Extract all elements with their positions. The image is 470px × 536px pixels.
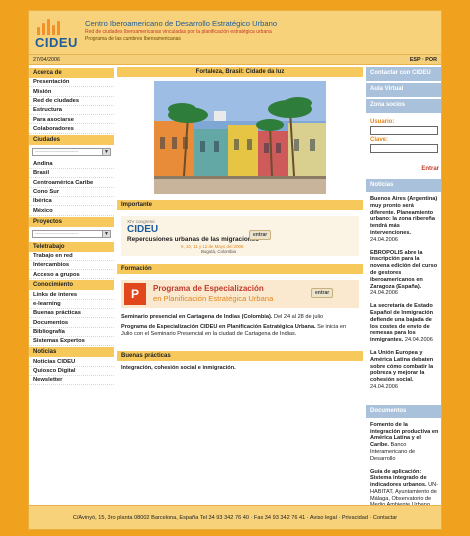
programa-logo-icon: P <box>124 283 146 305</box>
login-form: Usuario: Clave: Entrar <box>366 115 441 175</box>
buenas-practicas-link[interactable]: Integración, cohesión social e inmigraci… <box>117 365 363 372</box>
contactar-button[interactable]: Contactar con CIDEU <box>366 67 441 81</box>
news-item[interactable]: La Unión Europea y América Latina debate… <box>370 350 439 391</box>
programa-banner[interactable]: P Programa de Especialización en Planifi… <box>121 280 359 308</box>
news-date: 24.04.2006 <box>370 290 398 297</box>
left-sidebar: Acerca de Presentación Misión Red de ciu… <box>29 67 114 503</box>
importante-header: Importante <box>117 200 363 210</box>
nav-red-ciudades[interactable]: Red de ciudades <box>29 97 114 106</box>
documentos-header: Documentos <box>366 404 441 418</box>
logo[interactable]: CIDEU <box>35 35 78 50</box>
banner-place: Bogotá, Colombia <box>201 249 236 254</box>
news-item[interactable]: La secretaría de Estado Español de Inmig… <box>370 303 439 344</box>
site-title: Centro Iberoamericano de Desarrollo Estr… <box>85 19 278 28</box>
doc-title: Guía de aplicación: Sistema integrado de… <box>370 468 427 489</box>
main-content: Fortaleza, Brasil: Cidade da luz Importa… <box>117 67 363 503</box>
fortaleza-photo-image <box>154 81 326 194</box>
banner-headline: Repercusiones urbanas de las migraciones <box>127 236 259 243</box>
nav-andina[interactable]: Andina <box>29 160 114 170</box>
site-subtitle-2: Programa de las cumbres Iberoamericanas <box>85 36 181 42</box>
programa-title: Programa de Especialización CIDEU en Pla… <box>121 324 316 331</box>
news-list: Buenos Aires (Argentina) muy pronto será… <box>366 192 441 401</box>
section-acerca: Acerca de <box>29 68 114 78</box>
usuario-input[interactable] <box>370 126 438 135</box>
nav-mexico[interactable]: México <box>29 206 114 216</box>
aula-virtual-button[interactable]: Aula Virtual <box>366 83 441 97</box>
nav-acceso-grupos[interactable]: Acceso a grupos <box>29 270 114 280</box>
nav-intercambios[interactable]: Intercambios <box>29 261 114 271</box>
news-title: Buenos Aires (Argentina) muy pronto será… <box>370 196 438 236</box>
congreso-banner[interactable]: XIV congreso CIDEU Repercusiones urbanas… <box>121 216 359 256</box>
document-item[interactable]: Fomento de la integración productiva en … <box>370 422 439 463</box>
news-date: 24.04.2006 <box>370 236 398 243</box>
chevron-down-icon[interactable]: ▼ <box>102 230 110 237</box>
date-bar: 27/04/2006 ESP · POR <box>29 55 441 65</box>
nav-documentos[interactable]: Documentos <box>29 318 114 328</box>
nav-trabajo-red[interactable]: Trabajo en red <box>29 252 114 261</box>
nav-presentacion[interactable]: Presentación <box>29 78 114 88</box>
enter-button[interactable]: entrar <box>249 230 272 240</box>
proyectos-select[interactable]: -------------------------- ▼ <box>32 229 111 238</box>
nav-iberica[interactable]: Ibérica <box>29 197 114 207</box>
formacion-header: Formación <box>117 264 363 274</box>
nav-estructura[interactable]: Estructura <box>29 106 114 116</box>
zona-socios-button[interactable]: Zona socios <box>366 99 441 113</box>
nav-noticias-cideu[interactable]: Noticias CIDEU <box>29 357 114 367</box>
section-proyectos: Proyectos <box>29 216 114 227</box>
section-teletrabajo: Teletrabajo <box>29 241 114 252</box>
nav-para-asociarse[interactable]: Para asociarse <box>29 115 114 125</box>
clave-label: Clave: <box>370 137 389 143</box>
nav-mision[interactable]: Misión <box>29 87 114 97</box>
right-sidebar: Contactar con CIDEU Aula Virtual Zona so… <box>366 67 441 508</box>
document-item[interactable]: Guía de aplicación: Sistema integrado de… <box>370 469 439 510</box>
current-date: 27/04/2006 <box>33 56 60 63</box>
news-date: 24.04.2006 <box>404 337 433 344</box>
page: CIDEU Centro Iberoamericano de Desarroll… <box>28 10 442 530</box>
seminario-title: Seminario presencial en Cartagena de Ind… <box>121 314 273 320</box>
nav-quiosco[interactable]: Quiosco Digital <box>29 367 114 376</box>
nav-bibliografia[interactable]: Bibliografía <box>29 328 114 337</box>
section-ciudades: Ciudades <box>29 134 114 145</box>
site-subtitle: Red de ciudades Iberoamericanas vinculad… <box>85 29 272 35</box>
news-item[interactable]: EBROPOLIS abre la inscripción para la no… <box>370 250 439 298</box>
nav-newsletter[interactable]: Newsletter <box>29 376 114 386</box>
proyectos-select-value: -------------------------- <box>35 230 79 237</box>
nav-brasil[interactable]: Brasil <box>29 169 114 179</box>
language-switch[interactable]: ESP · POR <box>410 57 437 63</box>
nav-colaboradores[interactable]: Colaboradores <box>29 124 114 134</box>
footer: C/Avinyó, 15, 3ro planta 08002 Barcelona… <box>29 505 441 529</box>
nav-links[interactable]: Links de interes <box>29 290 114 300</box>
section-conocimiento: Conocimiento <box>29 280 114 291</box>
programa-text[interactable]: Programa de Especialización CIDEU en Pla… <box>117 324 363 338</box>
news-date: 24.04.2006 <box>370 383 398 390</box>
news-item[interactable]: Buenos Aires (Argentina) muy pronto será… <box>370 196 439 244</box>
news-title: EBROPOLIS abre la inscripción para la no… <box>370 249 438 290</box>
ciudades-select-value: -------------------------- <box>35 148 79 155</box>
nav-elearning[interactable]: e-learning <box>29 300 114 310</box>
clave-input[interactable] <box>370 144 438 153</box>
seminario-dates: Del 24 al 28 de julio <box>272 314 324 320</box>
banner-brand: CIDEU <box>127 224 159 235</box>
header: CIDEU Centro Iberoamericano de Desarroll… <box>29 11 441 55</box>
news-title: La Unión Europea y América Latina debate… <box>370 349 434 384</box>
nav-sistemas-expertos[interactable]: Sistemas Expertos <box>29 337 114 347</box>
nav-buenas-practicas[interactable]: Buenas prácticas <box>29 309 114 319</box>
entrar-button[interactable]: Entrar <box>421 166 439 172</box>
cideu-logo-icon <box>37 17 63 35</box>
buenas-practicas-header: Buenas prácticas <box>117 350 363 361</box>
nav-cono-sur[interactable]: Cono Sur <box>29 188 114 197</box>
seminario-text[interactable]: Seminario presencial en Cartagena de Ind… <box>117 314 363 321</box>
enter-button[interactable]: entrar <box>311 288 334 298</box>
programa-line1: Programa de Especialización <box>153 284 264 293</box>
chevron-down-icon[interactable]: ▼ <box>102 148 110 155</box>
section-noticias: Noticias <box>29 347 114 358</box>
noticias-header: Noticias <box>366 179 441 192</box>
nav-centroamerica[interactable]: Centroamérica Caribe <box>29 178 114 188</box>
programa-line2: en Planificación Estratégica Urbana <box>153 294 274 303</box>
usuario-label: Usuario: <box>370 119 395 125</box>
photo-caption: Fortaleza, Brasil: Cidade da luz <box>117 67 363 77</box>
city-photo[interactable] <box>154 81 326 194</box>
ciudades-select[interactable]: -------------------------- ▼ <box>32 147 111 156</box>
